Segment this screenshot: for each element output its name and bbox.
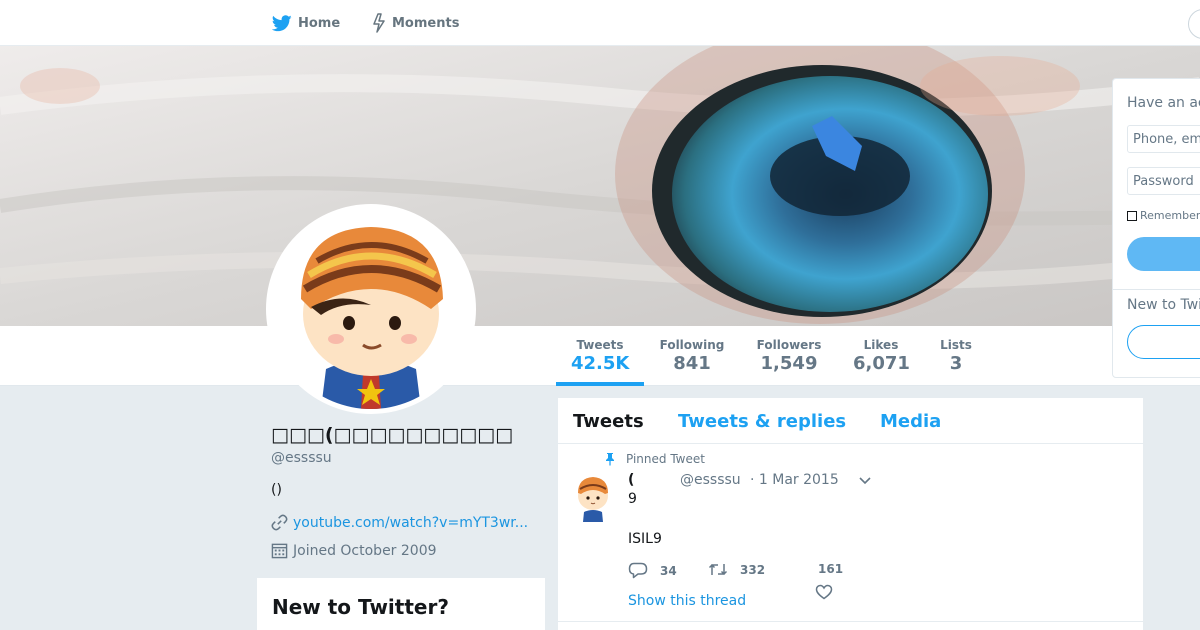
twitter-bird-icon bbox=[272, 14, 292, 31]
profile-link-text: youtube.com/watch?v=mYT3wr... bbox=[293, 514, 529, 531]
timeline-tabs: Tweets Tweets & replies Media bbox=[558, 398, 1143, 444]
signup-button[interactable] bbox=[1127, 325, 1200, 359]
stat-following-label: Following bbox=[659, 338, 725, 352]
profile-joined-text: Joined October 2009 bbox=[293, 542, 437, 559]
login-divider bbox=[1113, 289, 1200, 290]
stat-likes[interactable]: Likes 6,071 bbox=[853, 338, 910, 374]
nav-home-label: Home bbox=[298, 15, 341, 31]
tab-tweets-and-replies[interactable]: Tweets & replies bbox=[678, 411, 846, 432]
pinned-tweet-label: Pinned Tweet bbox=[604, 452, 705, 466]
username-input[interactable]: Phone, email or username bbox=[1127, 125, 1200, 153]
stat-tweets-value: 42.5K bbox=[571, 353, 630, 374]
nav-moments-label: Moments bbox=[392, 15, 460, 31]
reply-count: 34 bbox=[660, 563, 677, 578]
pinned-tweet[interactable]: Pinned Tweet ( @essssu · 1 Mar 2015 9 IS… bbox=[558, 444, 1143, 622]
profile-stats-bar: Tweets 42.5K Following 841 Followers 1,5… bbox=[0, 326, 1200, 386]
tweet-text-line-1: 9 bbox=[628, 491, 637, 507]
profile-name[interactable]: □□□(□□□□□□□□□□ bbox=[271, 424, 513, 446]
stat-following-value: 841 bbox=[673, 353, 711, 374]
search-field-edge[interactable] bbox=[1188, 9, 1200, 39]
tweet-avatar[interactable] bbox=[574, 474, 612, 522]
lightning-icon bbox=[373, 13, 385, 33]
tweet-date[interactable]: · 1 Mar 2015 bbox=[750, 472, 839, 488]
reply-action[interactable]: 34 bbox=[628, 562, 677, 579]
remember-me[interactable]: Remember me bbox=[1127, 209, 1200, 222]
remember-me-checkbox[interactable] bbox=[1127, 210, 1137, 221]
retweet-count: 332 bbox=[740, 562, 766, 577]
profile-banner bbox=[0, 46, 1200, 326]
top-navigation: Home Moments bbox=[0, 0, 1200, 46]
stat-followers-label: Followers bbox=[756, 338, 822, 352]
tweet-author-handle[interactable]: @essssu bbox=[680, 472, 741, 488]
stat-tweets[interactable]: Tweets 42.5K bbox=[571, 338, 629, 374]
tab-media[interactable]: Media bbox=[880, 411, 941, 432]
profile-website-link[interactable]: youtube.com/watch?v=mYT3wr... bbox=[271, 514, 528, 531]
password-input[interactable]: Password bbox=[1127, 167, 1200, 195]
stat-followers[interactable]: Followers 1,549 bbox=[756, 338, 822, 374]
remember-me-label: Remember me bbox=[1140, 209, 1200, 222]
profile-timeline: Tweets Tweets & replies Media Pinned Twe… bbox=[557, 397, 1144, 630]
new-to-twitter-card: New to Twitter? bbox=[257, 578, 545, 630]
active-stat-indicator bbox=[556, 382, 644, 386]
show-thread-link[interactable]: Show this thread bbox=[628, 593, 746, 609]
pin-icon bbox=[606, 453, 614, 466]
nav-moments[interactable]: Moments bbox=[372, 0, 459, 46]
login-button[interactable] bbox=[1127, 237, 1200, 271]
stat-likes-label: Likes bbox=[863, 338, 899, 352]
cartoon-boy-avatar-image bbox=[271, 209, 471, 409]
profile-bio: () bbox=[271, 482, 282, 498]
stat-followers-value: 1,549 bbox=[760, 353, 818, 374]
pinned-text: Pinned Tweet bbox=[626, 452, 705, 466]
profile-joined-date: Joined October 2009 bbox=[271, 542, 437, 559]
profile-avatar[interactable] bbox=[266, 204, 476, 414]
stat-lists-label: Lists bbox=[940, 338, 972, 352]
stat-lists-value: 3 bbox=[949, 353, 963, 374]
stat-following[interactable]: Following 841 bbox=[658, 338, 726, 374]
login-panel: Have an account? Phone, email or usernam… bbox=[1112, 78, 1200, 378]
cartoon-boy-avatar-small bbox=[578, 477, 608, 522]
retweet-action[interactable]: 332 bbox=[708, 562, 765, 577]
profile-handle[interactable]: @essssu bbox=[271, 450, 332, 466]
cat-eye-image bbox=[0, 46, 1200, 326]
stat-likes-value: 6,071 bbox=[853, 353, 910, 374]
tab-tweets[interactable]: Tweets bbox=[573, 411, 644, 432]
login-title: Have an account? bbox=[1127, 95, 1200, 111]
retweet-icon bbox=[708, 563, 728, 576]
like-count-wrap[interactable]: 161 bbox=[818, 562, 843, 576]
tweet-divider bbox=[558, 621, 1143, 622]
like-count: 161 bbox=[818, 562, 844, 576]
tweet-text-line-2: ISIL9 bbox=[628, 531, 662, 547]
login-new-to-twitter: New to Twitter? bbox=[1127, 297, 1200, 313]
calendar-icon bbox=[271, 543, 288, 559]
new-to-twitter-title: New to Twitter? bbox=[272, 595, 449, 619]
tweet-author-name[interactable]: ( bbox=[628, 472, 634, 488]
nav-home[interactable]: Home bbox=[272, 0, 340, 46]
chevron-down-icon[interactable] bbox=[858, 474, 872, 486]
reply-icon bbox=[628, 562, 648, 579]
stat-lists[interactable]: Lists 3 bbox=[940, 338, 972, 374]
stat-tweets-label: Tweets bbox=[576, 338, 624, 352]
link-icon bbox=[271, 514, 288, 531]
heart-icon[interactable] bbox=[815, 584, 833, 600]
